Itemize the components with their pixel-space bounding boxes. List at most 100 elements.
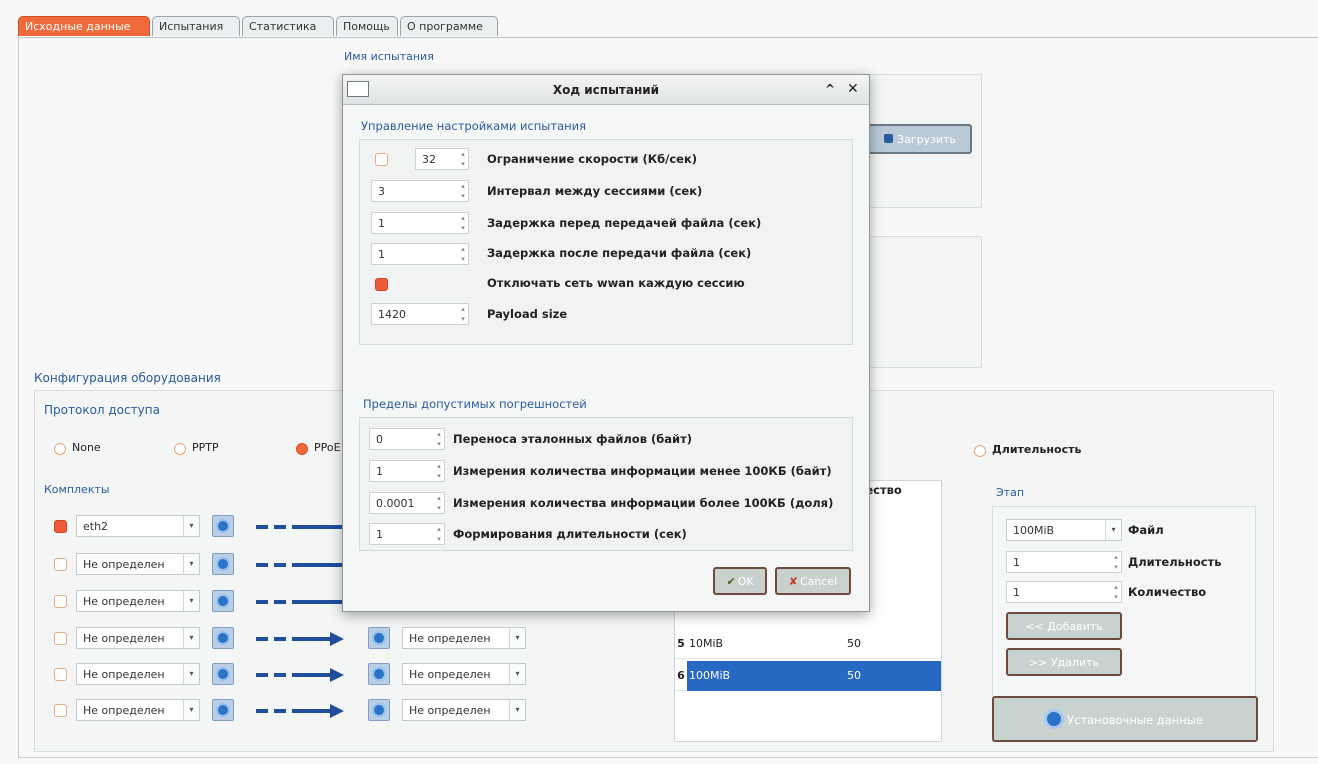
spin-arrows-icon[interactable]: ▴ ▾ <box>1111 552 1121 572</box>
delay-before-label: Задержка перед передачей файла (сек) <box>487 216 762 230</box>
transfer-input[interactable]: 0 ▴ ▾ <box>369 428 445 450</box>
description-panel <box>860 236 982 368</box>
kit-left-select-6[interactable]: Не определен ▾ <box>76 699 200 721</box>
radio-pptp[interactable] <box>174 443 186 455</box>
measure-large-input[interactable]: 0.0001 ▴ ▾ <box>369 492 445 514</box>
close-icon[interactable]: ✕ <box>847 81 859 97</box>
spin-arrows-icon[interactable]: ▴ ▾ <box>434 493 444 513</box>
gear-icon <box>1047 712 1062 726</box>
speed-limit-input[interactable]: 32 ▴ ▾ <box>415 148 469 170</box>
gear-icon[interactable] <box>368 663 390 685</box>
arrow-icon <box>256 704 344 718</box>
kit-left-select-2[interactable]: Не определен ▾ <box>76 553 200 575</box>
progress-dialog: Ход испытаний ^ ✕ Управление настройками… <box>342 74 870 612</box>
chevron-down-icon: ▾ <box>183 591 199 611</box>
kit-right-select-6[interactable]: Не определен ▾ <box>402 699 526 721</box>
kit-checkbox-1[interactable] <box>54 520 67 533</box>
duration-label: Формирования длительности (сек) <box>453 527 687 541</box>
tab-tests[interactable]: Испытания <box>152 16 240 36</box>
chevron-down-icon: ▾ <box>183 554 199 574</box>
test-name-label: Имя испытания <box>344 50 434 63</box>
gear-icon[interactable] <box>212 515 234 537</box>
gear-icon[interactable] <box>212 627 234 649</box>
gear-icon[interactable] <box>368 699 390 721</box>
payload-size-label: Payload size <box>487 307 568 321</box>
gear-icon[interactable] <box>212 663 234 685</box>
kit-left-select-3[interactable]: Не определен ▾ <box>76 590 200 612</box>
ok-button[interactable]: ✔ OK <box>713 567 767 595</box>
payload-size-input[interactable]: 1420 ▴ ▾ <box>371 303 469 325</box>
spin-arrows-icon[interactable]: ▴ ▾ <box>458 213 468 233</box>
spin-arrows-icon[interactable]: ▴ ▾ <box>434 461 444 481</box>
stage-label: Этап <box>996 486 1025 499</box>
table-row[interactable]: 6 100MiB 50 <box>675 661 941 691</box>
radio-none-label: None <box>72 441 101 454</box>
table-row[interactable]: 5 10MiB 50 <box>675 629 941 659</box>
radio-duration-label: Длительность <box>992 443 1082 456</box>
measure-small-label: Измерения количества информации менее 10… <box>453 464 832 478</box>
delete-stage-button[interactable]: >> Удалить <box>1006 648 1122 676</box>
chevron-down-icon: ▾ <box>509 700 525 720</box>
radio-duration[interactable] <box>974 445 986 457</box>
spin-arrows-icon[interactable]: ▴ ▾ <box>434 429 444 449</box>
chevron-down-icon: ▾ <box>183 700 199 720</box>
tab-help[interactable]: Помощь <box>336 16 398 36</box>
chevron-down-icon: ▾ <box>509 628 525 648</box>
tab-source-data[interactable]: Исходные данные <box>18 16 150 36</box>
delay-after-input[interactable]: 1 ▴ ▾ <box>371 243 469 265</box>
speed-limit-label: Ограничение скорости (Кб/сек) <box>487 152 698 166</box>
add-stage-button[interactable]: << Добавить <box>1006 612 1122 640</box>
kit-right-select-5[interactable]: Не определен ▾ <box>402 663 526 685</box>
arrow-icon <box>256 600 346 604</box>
tab-statistics[interactable]: Статистика <box>242 16 334 36</box>
kit-checkbox-4[interactable] <box>54 632 67 645</box>
setup-data-button[interactable]: Установочные данные <box>992 696 1258 742</box>
kit-checkbox-6[interactable] <box>54 704 67 717</box>
gear-icon[interactable] <box>212 699 234 721</box>
settings-group-label: Управление настройками испытания <box>361 119 587 133</box>
spin-arrows-icon[interactable]: ▴ ▾ <box>458 244 468 264</box>
kits-label: Комплекты <box>44 483 110 496</box>
tab-about[interactable]: О программе <box>400 16 498 36</box>
download-icon <box>884 134 894 143</box>
dialog-titlebar: Ход испытаний ^ ✕ <box>343 75 869 105</box>
session-interval-input[interactable]: 3 ▴ ▾ <box>371 180 469 202</box>
check-icon: ✔ <box>726 575 736 588</box>
kit-left-select-5[interactable]: Не определен ▾ <box>76 663 200 685</box>
stage-count-label: Количество <box>1128 585 1207 599</box>
maximize-icon[interactable]: ^ <box>825 82 835 96</box>
arrow-icon <box>256 525 346 529</box>
cancel-button[interactable]: ✘ Cancel <box>775 567 851 595</box>
gear-icon[interactable] <box>212 553 234 575</box>
spin-arrows-icon[interactable]: ▴ ▾ <box>458 304 468 324</box>
chevron-down-icon: ▾ <box>509 664 525 684</box>
radio-pptp-label: PPTP <box>192 441 219 454</box>
wwan-checkbox[interactable] <box>375 278 388 291</box>
spin-arrows-icon[interactable]: ▴ ▾ <box>1111 582 1121 602</box>
stage-file-select[interactable]: 100MiB ▾ <box>1006 519 1122 541</box>
transfer-label: Переноса эталонных файлов (байт) <box>453 432 693 446</box>
spin-arrows-icon[interactable]: ▴ ▾ <box>458 149 468 169</box>
kit-checkbox-5[interactable] <box>54 668 67 681</box>
kit-checkbox-2[interactable] <box>54 558 67 571</box>
stage-count-input[interactable]: 1 ▴ ▾ <box>1006 581 1122 603</box>
kit-left-select-1[interactable]: eth2 ▾ <box>76 515 200 537</box>
stage-file-label: Файл <box>1128 523 1164 537</box>
measure-small-input[interactable]: 1 ▴ ▾ <box>369 460 445 482</box>
spin-arrows-icon[interactable]: ▴ ▾ <box>458 181 468 201</box>
delay-after-label: Задержка после передачи файла (сек) <box>487 246 752 260</box>
stage-duration-input[interactable]: 1 ▴ ▾ <box>1006 551 1122 573</box>
gear-icon[interactable] <box>212 590 234 612</box>
kit-right-select-4[interactable]: Не определен ▾ <box>402 627 526 649</box>
measure-large-label: Измерения количества информации более 10… <box>453 496 834 510</box>
load-button[interactable]: Загрузить <box>868 124 972 154</box>
duration-input[interactable]: 1 ▴ ▾ <box>369 523 445 545</box>
kit-checkbox-3[interactable] <box>54 595 67 608</box>
speed-limit-checkbox[interactable] <box>375 153 388 166</box>
delay-before-input[interactable]: 1 ▴ ▾ <box>371 212 469 234</box>
radio-ppoe[interactable] <box>296 443 308 455</box>
spin-arrows-icon[interactable]: ▴ ▾ <box>434 524 444 544</box>
kit-left-select-4[interactable]: Не определен ▾ <box>76 627 200 649</box>
gear-icon[interactable] <box>368 627 390 649</box>
radio-none[interactable] <box>54 443 66 455</box>
